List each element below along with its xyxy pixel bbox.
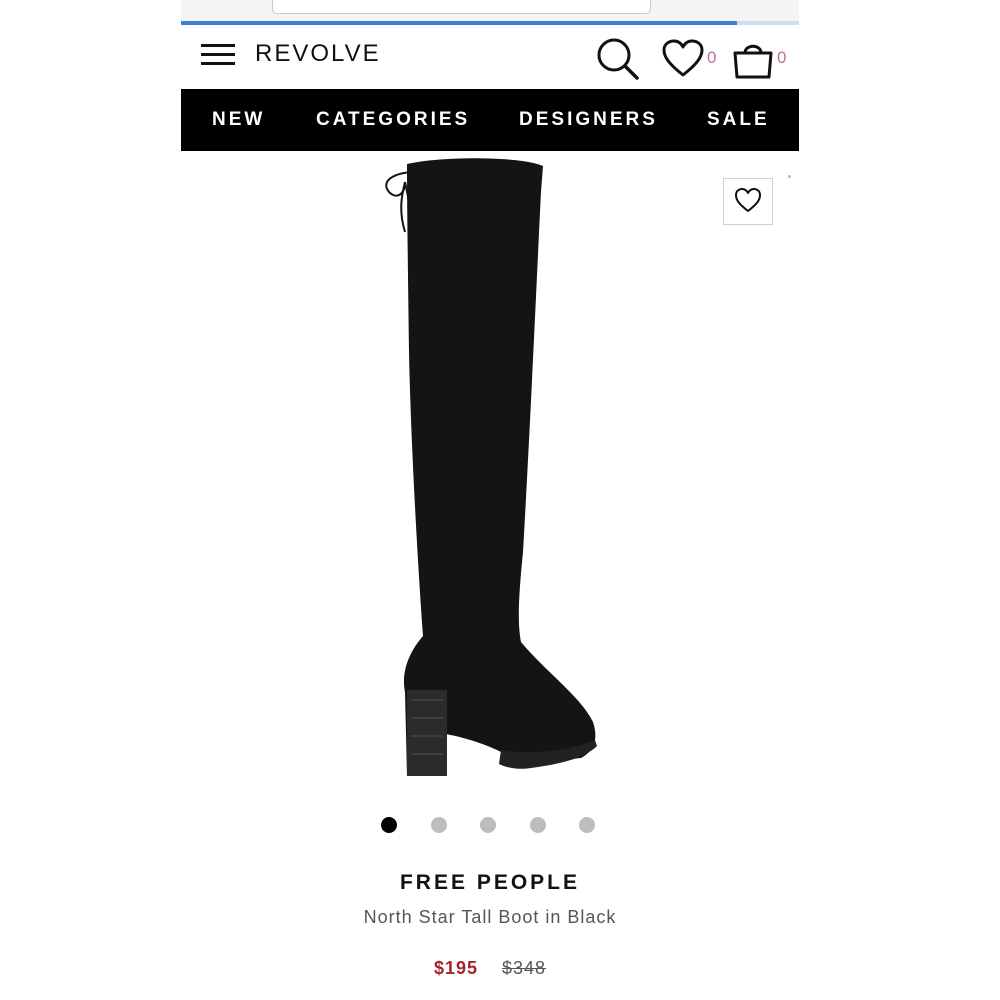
site-header: REVOLVE 0 0 [181,25,799,88]
heart-outline-icon [735,188,761,212]
original-price: $348 [502,958,547,978]
nav-item-sale[interactable]: SALE [707,109,770,131]
nav-item-designers[interactable]: DESIGNERS [519,109,658,131]
site-logo[interactable]: REVOLVE [255,40,381,68]
nav-item-new[interactable]: NEW [212,109,265,131]
carousel-dot[interactable] [579,817,595,833]
carousel-dot[interactable] [381,817,397,833]
wishlist-heart-icon[interactable] [661,39,705,79]
main-nav: NEW CATEGORIES DESIGNERS SALE [181,89,799,151]
shopping-bag-icon[interactable] [731,39,775,79]
over-the-knee-boot-image[interactable] [371,152,611,792]
carousel-dot[interactable] [430,817,447,833]
product-wishlist-button[interactable] [723,178,773,225]
sale-price: $195 [433,958,478,978]
browser-url-area [181,0,799,22]
carousel-dot[interactable] [529,817,546,833]
nav-item-categories[interactable]: CATEGORIES [316,109,470,131]
price-row: $195 $348 [181,958,799,979]
hamburger-menu-icon[interactable] [201,44,235,66]
address-bar[interactable] [272,0,651,14]
bag-count: 0 [777,48,787,67]
decorative-dot [788,175,791,178]
carousel-dot[interactable] [480,817,496,833]
phone-screen: REVOLVE 0 0 NEW CATEGORIES DESIGNERS SAL… [181,0,799,1000]
product-brand[interactable]: FREE PEOPLE [181,871,799,895]
image-carousel-dots [381,817,601,835]
product-name: North Star Tall Boot in Black [363,907,617,927]
wishlist-count: 0 [707,48,717,67]
search-icon[interactable] [595,37,641,81]
